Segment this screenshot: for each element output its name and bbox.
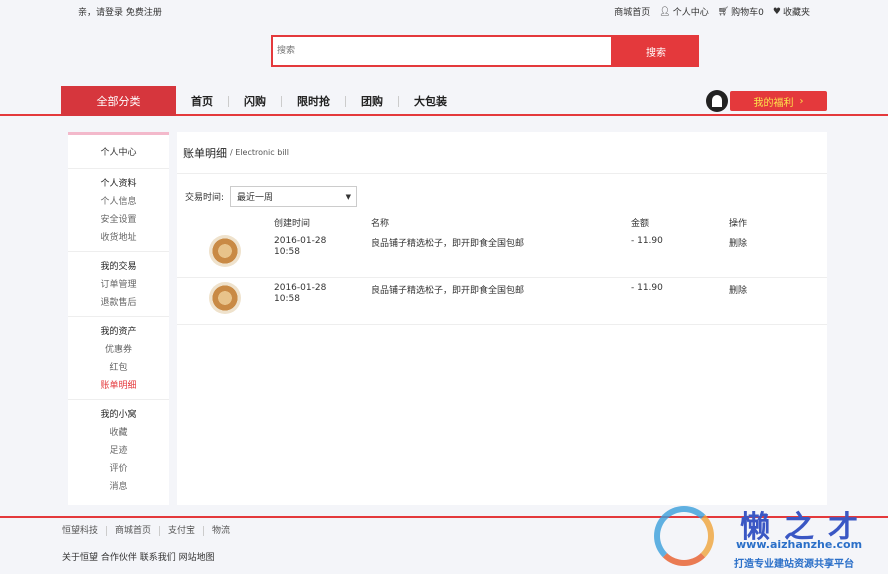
sidebar-item-bill[interactable]: 账单明细 <box>68 377 169 395</box>
my-welfare-button[interactable]: 我的福利 › <box>706 90 827 112</box>
top-bar: 亲，请登录 免费注册 商城首页 👤︎ 个人中心 🛒︎ 购物车0 ♥ 收藏夹 <box>0 0 888 22</box>
column-header-time: 创建时间 <box>274 219 311 229</box>
nav-link-home[interactable]: 首页 <box>176 95 229 107</box>
footer-about[interactable]: 关于恒望 合作伙伴 联系我们 网站地图 <box>62 550 215 563</box>
product-thumbnail[interactable] <box>209 235 241 267</box>
top-link-favorites[interactable]: ♥ 收藏夹 <box>772 5 810 19</box>
row-delete-link[interactable]: 删除 <box>729 236 747 249</box>
row-amount: - 11.90 <box>631 236 663 246</box>
column-header-op: 操作 <box>729 219 748 229</box>
chevron-down-icon: ▼ <box>345 192 352 201</box>
sidebar-group-title: 个人资料 <box>100 179 137 189</box>
welfare-tag: 我的福利 › <box>730 91 827 111</box>
top-links: 商城首页 👤︎ 个人中心 🛒︎ 购物车0 ♥ 收藏夹 <box>614 5 810 19</box>
sidebar-group-title: 我的交易 <box>100 262 137 272</box>
sidebar-home[interactable]: 个人中心 <box>68 135 169 169</box>
table-row: 2016-01-28 10:58 良品铺子精选松子，即开即食全国包邮 - 11.9… <box>177 231 827 278</box>
watermark-logo-icon <box>654 506 714 566</box>
footer-link[interactable]: 恒望科技 <box>62 526 108 536</box>
search-button[interactable]: 搜索 <box>613 35 699 67</box>
row-time: 2016-01-28 10:58 <box>274 236 327 257</box>
login-greeting[interactable]: 亲，请登录 免费注册 <box>78 5 162 18</box>
page-title-text: 账单明细 <box>183 146 227 160</box>
sidebar-item-orders[interactable]: 订单管理 <box>68 276 169 294</box>
heart-icon: ♥ <box>772 6 781 17</box>
filter-label: 交易时间: <box>185 193 225 203</box>
chevron-right-icon: › <box>799 95 804 107</box>
sidebar-group-nest: 我的小窝 收藏 足迹 评价 消息 <box>68 400 169 500</box>
sidebar-item-messages[interactable]: 消息 <box>68 478 169 496</box>
row-delete-link[interactable]: 删除 <box>729 283 747 296</box>
user-icon: 👤︎ <box>659 6 671 17</box>
sidebar-group-profile: 个人资料 个人信息 安全设置 收货地址 <box>68 169 169 252</box>
page-title: 账单明细 / Electronic bill <box>177 132 827 174</box>
column-header-name: 名称 <box>371 219 390 229</box>
row-amount: - 11.90 <box>631 283 663 293</box>
nav-links: 首页 闪购 限时抢 团购 大包装 <box>176 86 462 116</box>
sidebar-group-title: 我的资产 <box>100 327 137 337</box>
watermark-url: www.aizhanzhe.com <box>736 538 863 551</box>
footer-links: 恒望科技 商城首页 支付宝 物流 <box>62 526 238 536</box>
nav-link-flash[interactable]: 闪购 <box>229 95 282 107</box>
time-filter: 交易时间: 最近一周 ▼ <box>185 186 358 207</box>
sidebar-group-trade: 我的交易 订单管理 退款售后 <box>68 252 169 317</box>
main-nav: 全部分类 首页 闪购 限时抢 团购 大包装 我的福利 › <box>0 86 888 116</box>
nav-link-group[interactable]: 团购 <box>346 95 399 107</box>
sidebar: 个人中心 个人资料 个人信息 安全设置 收货地址 我的交易 订单管理 退款售后 … <box>68 132 169 505</box>
sidebar-item-security[interactable]: 安全设置 <box>68 211 169 229</box>
sidebar-item-personal-info[interactable]: 个人信息 <box>68 193 169 211</box>
time-range-select[interactable]: 最近一周 ▼ <box>230 186 358 207</box>
all-categories-button[interactable]: 全部分类 <box>61 86 176 116</box>
footer-link[interactable]: 物流 <box>204 526 238 536</box>
sidebar-item-reviews[interactable]: 评价 <box>68 460 169 478</box>
footer-link[interactable]: 商城首页 <box>107 526 161 536</box>
top-link-home[interactable]: 商城首页 <box>614 5 650 18</box>
watermark-slogan: 打造专业建站资源共享平台 <box>734 559 854 570</box>
row-product-name[interactable]: 良品铺子精选松子，即开即食全国包邮 <box>371 283 524 296</box>
sidebar-group-title: 我的小窝 <box>100 410 137 420</box>
product-thumbnail[interactable] <box>209 282 241 314</box>
page-subtitle: / Electronic bill <box>230 148 289 157</box>
search-bar: 搜索 <box>271 35 699 67</box>
sidebar-group-assets: 我的资产 优惠券 红包 账单明细 <box>68 317 169 400</box>
sidebar-item-coupons[interactable]: 优惠券 <box>68 341 169 359</box>
site-watermark: 懒之才 www.aizhanzhe.com 打造专业建站资源共享平台 <box>650 500 888 574</box>
row-product-name[interactable]: 良品铺子精选松子，即开即食全国包邮 <box>371 236 524 249</box>
sidebar-item-address[interactable]: 收货地址 <box>68 229 169 247</box>
table-header: 创建时间 名称 金额 操作 <box>177 216 827 230</box>
sidebar-item-refunds[interactable]: 退款售后 <box>68 294 169 312</box>
sidebar-item-footprints[interactable]: 足迹 <box>68 442 169 460</box>
table-row: 2016-01-28 10:58 良品铺子精选松子，即开即食全国包邮 - 11.9… <box>177 278 827 325</box>
bill-panel: 账单明细 / Electronic bill 交易时间: 最近一周 ▼ 创建时间… <box>177 132 827 505</box>
nav-link-bulk[interactable]: 大包装 <box>399 96 462 107</box>
footer-link[interactable]: 支付宝 <box>160 526 205 536</box>
search-input[interactable] <box>271 35 613 67</box>
sidebar-item-favorites[interactable]: 收藏 <box>68 424 169 442</box>
top-link-cart[interactable]: 🛒︎ 购物车0 <box>717 5 764 19</box>
row-time: 2016-01-28 10:58 <box>274 283 327 304</box>
top-link-account[interactable]: 👤︎ 个人中心 <box>659 5 708 19</box>
column-header-amount: 金额 <box>631 219 650 229</box>
cart-icon: 🛒︎ <box>717 6 730 17</box>
nav-link-limited[interactable]: 限时抢 <box>282 95 346 107</box>
avatar <box>706 90 728 112</box>
sidebar-item-red-packets[interactable]: 红包 <box>68 359 169 377</box>
time-range-value: 最近一周 <box>237 193 274 203</box>
